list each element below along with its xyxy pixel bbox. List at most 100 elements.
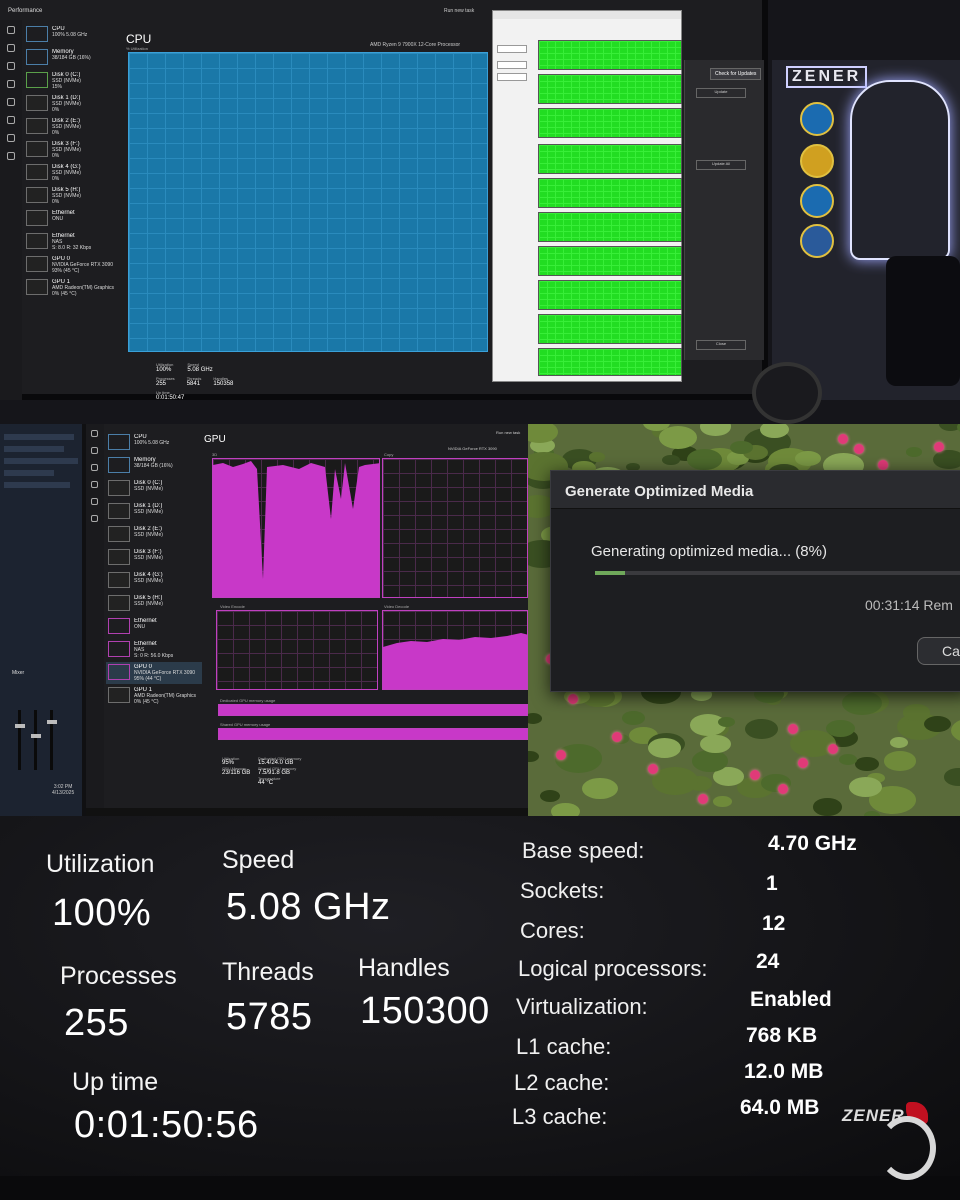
device-detail: 38/184 GB (16%) bbox=[52, 55, 91, 61]
device-item[interactable]: Disk 2 (E:) SSD (NVMe) 0% bbox=[24, 116, 122, 138]
device-item[interactable]: Disk 1 (D:) SSD (NVMe) 0% bbox=[24, 93, 122, 115]
device-item[interactable]: Ethernet NAS S: 0 R: 56.0 Kbps bbox=[106, 639, 202, 661]
graph-label-video-decode: Video Decode bbox=[384, 604, 410, 609]
device-item[interactable]: GPU 1 AMD Radeon(TM) Graphics 0% (45 °C) bbox=[24, 277, 122, 299]
device-item[interactable]: CPU 100% 5.08 GHz bbox=[24, 24, 122, 46]
device-thumbnail bbox=[108, 457, 130, 473]
details-icon[interactable] bbox=[7, 134, 15, 142]
processes-icon[interactable] bbox=[7, 44, 15, 52]
leaf bbox=[717, 716, 736, 728]
fader[interactable] bbox=[18, 710, 21, 770]
device-item[interactable]: Ethernet ONU bbox=[24, 208, 122, 230]
search-handles-input[interactable] bbox=[497, 61, 527, 69]
startup-icon[interactable] bbox=[7, 98, 15, 106]
timeline-track bbox=[4, 446, 64, 452]
device-thumbnail bbox=[26, 141, 48, 157]
device-text: CPU 100% 5.08 GHz bbox=[52, 26, 87, 38]
timeline-track bbox=[4, 458, 78, 464]
handles-value: 150300 bbox=[360, 990, 490, 1032]
history-icon[interactable] bbox=[91, 481, 98, 488]
device-item[interactable]: Disk 5 (H:) SSD (NVMe) bbox=[106, 593, 202, 615]
device-text: Memory 38/184 GB (16%) bbox=[134, 457, 173, 469]
gpu-video-encode-graph bbox=[216, 610, 378, 690]
update-all-button[interactable]: Update All bbox=[696, 160, 746, 170]
device-item[interactable]: Disk 2 (E:) SSD (NVMe) bbox=[106, 524, 202, 546]
device-item[interactable]: CPU 100% 5.08 GHz bbox=[106, 432, 202, 454]
leaf bbox=[842, 690, 883, 715]
shared-memory-bar bbox=[218, 728, 528, 740]
users-icon[interactable] bbox=[7, 116, 15, 124]
startup-icon[interactable] bbox=[91, 498, 98, 505]
device-item[interactable]: Disk 4 (G:) SSD (NVMe) bbox=[106, 570, 202, 592]
device-item[interactable]: Ethernet ONU bbox=[106, 616, 202, 638]
close-button[interactable]: Close bbox=[696, 340, 746, 350]
dialog-title: Generate Optimized Media bbox=[551, 471, 960, 509]
device-item[interactable]: GPU 0 NVIDIA GeForce RTX 3090 93% (45 °C) bbox=[24, 254, 122, 276]
history-icon[interactable] bbox=[7, 80, 15, 88]
device-item[interactable]: Disk 0 (C:) SSD (NVMe) bbox=[106, 478, 202, 500]
run-new-task-button[interactable]: Run new task bbox=[444, 8, 474, 14]
device-thumbnail bbox=[26, 210, 48, 226]
threads-value: 5841 bbox=[186, 381, 201, 387]
run-new-task-button[interactable]: Run new task bbox=[496, 430, 520, 435]
device-thumbnail bbox=[26, 164, 48, 180]
spec-value: 12 bbox=[762, 912, 786, 935]
leaf bbox=[838, 754, 857, 766]
resolve-editor-partial: Mixer 3:02 PM 4/13/2025 bbox=[0, 424, 82, 816]
handles-label: Handles bbox=[358, 954, 450, 982]
gpu-memory-stat: Dedicated GPU memory 15.4/24.0 GB Shared… bbox=[258, 756, 301, 786]
taskbar bbox=[86, 808, 528, 816]
hamburger-icon[interactable] bbox=[91, 430, 98, 437]
flower bbox=[750, 770, 760, 780]
device-item[interactable]: Memory 38/184 GB (16%) bbox=[24, 47, 122, 69]
device-text: GPU 1 AMD Radeon(TM) Graphics 0% (45 °C) bbox=[52, 279, 114, 297]
services-icon[interactable] bbox=[7, 152, 15, 160]
core-utilization-graph bbox=[538, 108, 682, 138]
device-thumbnail bbox=[26, 279, 48, 295]
device-item[interactable]: Disk 3 (F:) SSD (NVMe) bbox=[106, 547, 202, 569]
device-item[interactable]: Ethernet NAS S: 8.0 R: 32 Kbps bbox=[24, 231, 122, 253]
fader-knob[interactable] bbox=[47, 720, 57, 724]
leaf bbox=[687, 448, 722, 470]
device-detail: 100% 5.08 GHz bbox=[134, 440, 170, 446]
device-item[interactable]: Disk 5 (H:) SSD (NVMe) 0% bbox=[24, 185, 122, 207]
leaf bbox=[662, 454, 681, 466]
device-thumbnail bbox=[108, 687, 130, 703]
processes-icon[interactable] bbox=[91, 447, 98, 454]
performance-icon[interactable] bbox=[91, 464, 98, 471]
cancel-button[interactable]: Canc bbox=[917, 637, 960, 665]
performance-icon[interactable] bbox=[7, 62, 15, 70]
device-item[interactable]: Disk 3 (F:) SSD (NVMe) 0% bbox=[24, 139, 122, 161]
leaf bbox=[813, 798, 842, 816]
leaf bbox=[932, 449, 960, 469]
users-icon[interactable] bbox=[91, 515, 98, 522]
processes-value: 255 bbox=[156, 381, 167, 387]
utilization-label: Utilization bbox=[46, 850, 155, 878]
badge-pin-4 bbox=[800, 224, 834, 258]
fader-knob[interactable] bbox=[31, 734, 41, 738]
uptime-value: 0:01:50:47 bbox=[156, 395, 185, 401]
check-updates-button[interactable]: Check for Updates bbox=[710, 68, 762, 80]
device-item[interactable]: Memory 38/184 GB (16%) bbox=[106, 455, 202, 477]
fader[interactable] bbox=[34, 710, 37, 770]
hamburger-icon[interactable] bbox=[7, 26, 15, 34]
associated-modules-button[interactable] bbox=[497, 73, 527, 81]
resolve-photo-panel: Generate Optimized Media Generating opti… bbox=[528, 424, 960, 816]
gpu-photo-panel: Mixer 3:02 PM 4/13/2025 CPU 100% 5.08 GHz… bbox=[0, 424, 528, 816]
device-item[interactable]: Disk 1 (D:) SSD (NVMe) bbox=[106, 501, 202, 523]
cpu-utilization-graph bbox=[128, 52, 488, 352]
taskbar-clock: 3:02 PM 4/13/2025 bbox=[52, 784, 74, 796]
flower bbox=[556, 750, 566, 760]
update-button[interactable]: Update bbox=[696, 88, 746, 98]
device-item[interactable]: GPU 0 NVIDIA GeForce RTX 3090 95% (44 °C) bbox=[106, 662, 202, 684]
device-item[interactable]: Disk 4 (G:) SSD (NVMe) 0% bbox=[24, 162, 122, 184]
device-item[interactable]: GPU 1 AMD Radeon(TM) Graphics 0% (45 °C) bbox=[106, 685, 202, 707]
leaf bbox=[582, 777, 618, 800]
device-thumbnail bbox=[26, 72, 48, 88]
page-title: CPU bbox=[126, 32, 152, 46]
device-item[interactable]: Disk 0 (C:) SSD (NVMe) 15% bbox=[24, 70, 122, 92]
fader[interactable] bbox=[50, 710, 53, 770]
views-button[interactable] bbox=[497, 45, 527, 53]
fader-knob[interactable] bbox=[15, 724, 25, 728]
device-text: Disk 3 (F:) SSD (NVMe) bbox=[134, 549, 163, 561]
